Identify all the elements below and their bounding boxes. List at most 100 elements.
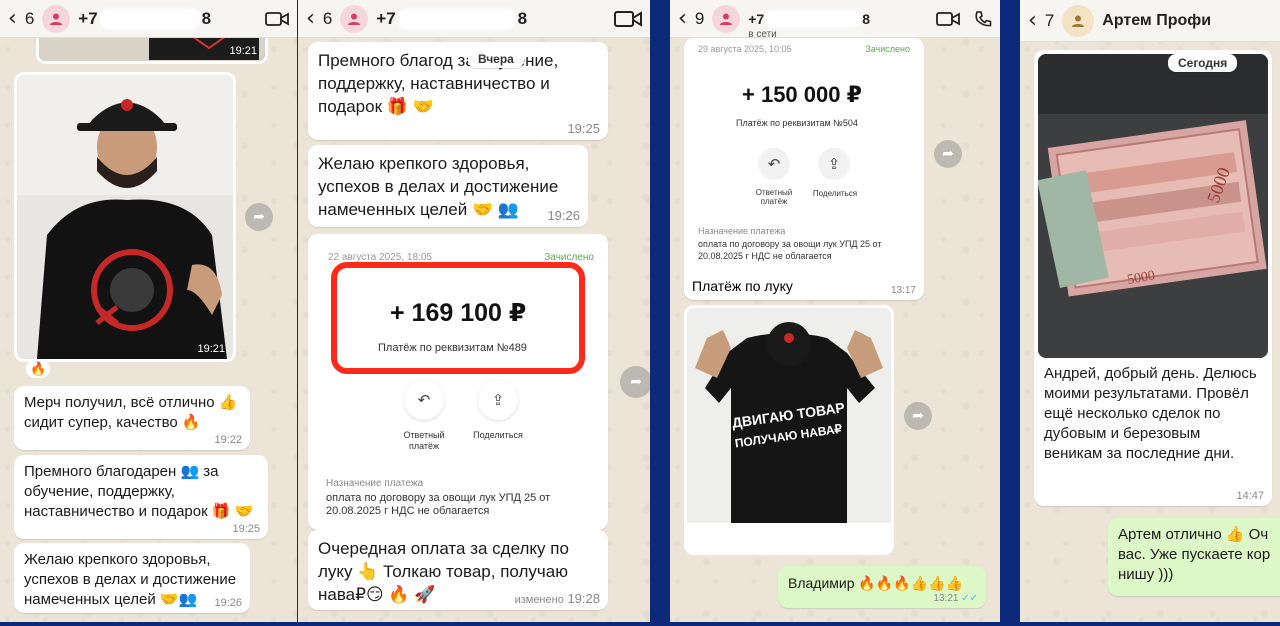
phone-suffix: 8 [201, 8, 212, 28]
purpose-text: оплата по договору за овощи лук УПД 25 о… [698, 239, 882, 261]
chat-header: ‹ 6 +7 8 [0, 0, 297, 38]
message-bubble[interactable]: Мерч получил, всё отлично 👍 сидит супер,… [14, 386, 250, 450]
chat-panel-3: ‹ 9 +7 8 в сети 29 августа 2025, 10:05 З… [670, 0, 1000, 622]
receipt-amount: + 150 000 ₽ [742, 82, 862, 107]
cash-photo-image: 5000 5000 [1038, 54, 1268, 358]
message-time: 14:47 [1236, 490, 1264, 502]
chat-header: ‹ 7 Артем Профи [1020, 0, 1280, 42]
reply-icon[interactable]: ↶ [758, 148, 790, 180]
read-ticks: ✓✓ [961, 593, 978, 604]
receipt-date: 29 августа 2025, 10:05 [698, 44, 792, 54]
contact-phone[interactable]: +7 8 в сети [748, 10, 871, 40]
person-icon [720, 13, 733, 25]
message-text: Владимир 🔥🔥🔥👍👍👍 [788, 575, 963, 591]
message-time: изменено 19:28 [515, 591, 600, 606]
back-icon[interactable]: ‹ [1028, 8, 1037, 33]
chat-header: ‹ 9 +7 8 в сети [670, 0, 1000, 40]
phone-redaction [397, 8, 516, 29]
contact-name[interactable]: Артем Профи [1102, 12, 1211, 30]
purpose-label: Назначение платежа [698, 226, 786, 236]
reply-icon[interactable]: ↶ [404, 380, 444, 420]
message-time: 19:21 [197, 343, 225, 355]
message-text: Желаю крепкого здоровья, успехов в делах… [24, 551, 237, 608]
reaction-badge[interactable]: 🔥 [26, 360, 51, 378]
message-text: Премного благодарен 👥 за обучение, подде… [24, 463, 254, 520]
phone-suffix: 8 [517, 8, 528, 28]
back-icon[interactable]: ‹ [8, 6, 17, 31]
back-icon[interactable]: ‹ [678, 6, 687, 31]
message-bubble[interactable]: Желаю крепкого здоровья, успехов в делах… [308, 145, 588, 227]
message-time: 19:21 [229, 45, 257, 57]
contact-avatar[interactable] [42, 4, 71, 33]
video-camera-icon[interactable] [936, 10, 960, 28]
message-time: 13:21 ✓✓ [933, 593, 978, 604]
phone-prefix: +7 [376, 8, 396, 28]
share-icon[interactable]: ⇪ [818, 148, 850, 180]
chat-panel-4: ‹ 7 Артем Профи 5000 5000 Андрей, добрый… [1020, 0, 1280, 622]
header-actions [265, 10, 289, 28]
message-time: 13:17 [890, 285, 916, 296]
purpose-label: Назначение платежа [326, 478, 424, 489]
caption-text: Платёж по луку [692, 278, 793, 294]
unread-count: 6 [24, 8, 35, 28]
phone-redaction [99, 8, 200, 29]
cash-photo[interactable]: 5000 5000 [1038, 54, 1268, 358]
back-icon[interactable]: ‹ [306, 6, 315, 31]
video-camera-icon[interactable] [614, 9, 642, 29]
receipt-subtitle: Платёж по реквизитам №504 [736, 118, 858, 128]
photo-message[interactable]: 19:21 [14, 72, 236, 362]
phone-icon[interactable] [974, 10, 992, 28]
message-text: Андрей, добрый день. Делюсь моими резуль… [1044, 365, 1257, 462]
message-time: 19:25 [232, 523, 260, 535]
share-label: Поделиться [473, 430, 523, 440]
message-bubble[interactable]: Премного благодарен 👥 за обучение, подде… [14, 455, 268, 539]
contact-phone[interactable]: +7 8 [78, 8, 212, 29]
message-time: 13:18 [857, 536, 883, 547]
photo-message[interactable]: ДВИГАЮ ТОВАР ПОЛУЧАЮ НАВА₽ 😏👍 13:18 [684, 305, 894, 555]
contact-avatar[interactable] [712, 4, 741, 33]
outgoing-message[interactable]: Артем отлично 👍 Оч вас. Уже пускаете кор… [1108, 518, 1280, 596]
forward-icon[interactable]: ➦ [245, 203, 273, 231]
day-badge: Вчера [468, 50, 524, 68]
reply-label: Ответный платёж [403, 430, 445, 451]
message-text: Премного благод за обучение, поддержку, … [318, 51, 559, 116]
chat-panel-2: ‹ 6 +7 8 Премного благод за обучение, по… [298, 0, 650, 622]
chat-header: ‹ 6 +7 8 [298, 0, 650, 38]
phone-prefix: +7 [748, 10, 765, 27]
photo-text-message[interactable]: 5000 5000 Андрей, добрый день. Делюсь мо… [1034, 50, 1272, 506]
amount-highlight [331, 262, 585, 374]
forward-icon[interactable]: ➦ [904, 402, 932, 430]
time-value: 19:28 [567, 591, 600, 606]
message-time: 19:25 [567, 121, 600, 136]
unread-count: 9 [694, 8, 705, 28]
message-time: 19:26 [214, 597, 242, 609]
video-camera-icon[interactable] [265, 10, 289, 28]
payment-receipt[interactable]: 29 августа 2025, 10:05 Зачислено + 150 0… [684, 38, 924, 300]
contact-avatar[interactable] [1062, 4, 1095, 37]
contact-phone[interactable]: +7 8 [376, 8, 528, 29]
forward-icon[interactable]: ➦ [934, 140, 962, 168]
share-label: Поделиться [812, 189, 858, 198]
contact-avatar[interactable] [340, 4, 369, 33]
outgoing-message[interactable]: Владимир 🔥🔥🔥👍👍👍 13:21 ✓✓ [778, 566, 986, 608]
share-icon[interactable]: ⇪ [478, 380, 518, 420]
bottom-strip [0, 622, 1280, 626]
message-bubble[interactable]: Очередная оплата за сделку по луку 👆 Тол… [308, 530, 608, 610]
reply-label: Ответный платёж [755, 188, 793, 206]
reaction-badge[interactable]: 😏👍 [691, 533, 729, 551]
phone-suffix: 8 [862, 10, 871, 27]
merch-photo [17, 75, 233, 359]
online-status: в сети [748, 28, 777, 40]
person-icon [50, 13, 63, 25]
chat-panel-1: ‹ 6 +7 8 19:21 19:21 🔥 ➦ Мерч получил, в… [0, 0, 297, 622]
unread-count: 6 [322, 8, 333, 28]
message-time: 19:26 [547, 208, 580, 223]
message-bubble[interactable]: Премного благод за обучение, поддержку, … [308, 42, 608, 140]
time-value: 13:21 [933, 593, 959, 604]
header-actions [614, 9, 642, 29]
phone-redaction [766, 10, 861, 27]
unread-count: 7 [1044, 10, 1055, 30]
forward-icon[interactable]: ➦ [620, 366, 650, 398]
message-bubble[interactable]: Желаю крепкого здоровья, успехов в делах… [14, 543, 250, 613]
message-text: Желаю крепкого здоровья, успехов в делах… [318, 154, 559, 219]
